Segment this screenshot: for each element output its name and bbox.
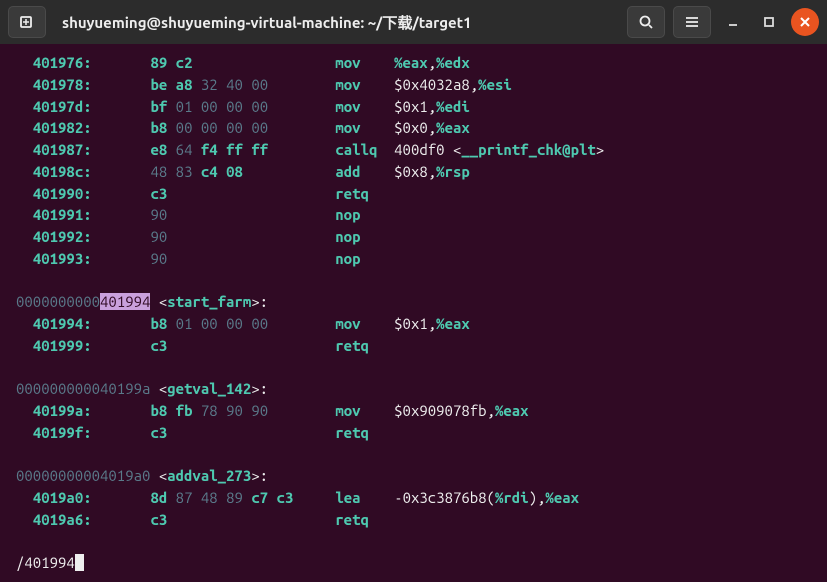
terminal-content[interactable]: 401976: 89 c2 mov %eax,%edx 401978: be a…	[0, 44, 827, 582]
disasm-line: 40198c: 48 83 c4 08 add $0x8,%rsp	[16, 161, 811, 183]
maximize-icon	[763, 16, 775, 28]
search-button[interactable]	[627, 6, 665, 38]
disasm-line: 4019a0: 8d 87 48 89 c7 c3 lea -0x3c3876b…	[16, 487, 811, 509]
minimize-icon	[727, 16, 739, 28]
menu-button[interactable]	[673, 6, 711, 38]
minimize-button[interactable]	[719, 8, 747, 36]
disasm-line: 401982: b8 00 00 00 00 mov $0x0,%eax	[16, 117, 811, 139]
disasm-line: 401992: 90 nop	[16, 226, 811, 248]
disasm-line: 40199f: c3 retq	[16, 422, 811, 444]
blank-line	[16, 444, 811, 466]
disasm-section-header: 00000000004019a0 <addval_273>:	[16, 465, 811, 487]
disasm-line: 40199a: b8 fb 78 90 90 mov $0x909078fb,%…	[16, 400, 811, 422]
disasm-line: 401990: c3 retq	[16, 183, 811, 205]
disasm-line: 401994: b8 01 00 00 00 mov $0x1,%eax	[16, 313, 811, 335]
disasm-line: 401993: 90 nop	[16, 248, 811, 270]
window-title: shuyueming@shuyueming-virtual-machine: ~…	[54, 12, 619, 33]
hamburger-icon	[684, 14, 700, 30]
search-line[interactable]: /401994	[16, 552, 811, 574]
blank-line	[16, 270, 811, 292]
search-icon	[638, 14, 654, 30]
disasm-line: 401978: be a8 32 40 00 mov $0x4032a8,%es…	[16, 74, 811, 96]
maximize-button[interactable]	[755, 8, 783, 36]
new-tab-icon	[19, 14, 35, 30]
disasm-line: 401999: c3 retq	[16, 335, 811, 357]
disasm-line: 40197d: bf 01 00 00 00 mov $0x1,%edi	[16, 96, 811, 118]
new-tab-button[interactable]	[8, 6, 46, 38]
disasm-line: 401991: 90 nop	[16, 204, 811, 226]
blank-line	[16, 357, 811, 379]
disasm-line: 401976: 89 c2 mov %eax,%edx	[16, 52, 811, 74]
close-button[interactable]	[791, 8, 819, 36]
disasm-line: 401987: e8 64 f4 ff ff callq 400df0 <__p…	[16, 139, 811, 161]
titlebar: shuyueming@shuyueming-virtual-machine: ~…	[0, 0, 827, 44]
close-icon	[799, 16, 811, 28]
disasm-section-header: 0000000000401994 <start_farm>:	[16, 291, 811, 313]
cursor	[75, 554, 84, 571]
disasm-section-header: 000000000040199a <getval_142>:	[16, 378, 811, 400]
disasm-line: 4019a6: c3 retq	[16, 509, 811, 531]
